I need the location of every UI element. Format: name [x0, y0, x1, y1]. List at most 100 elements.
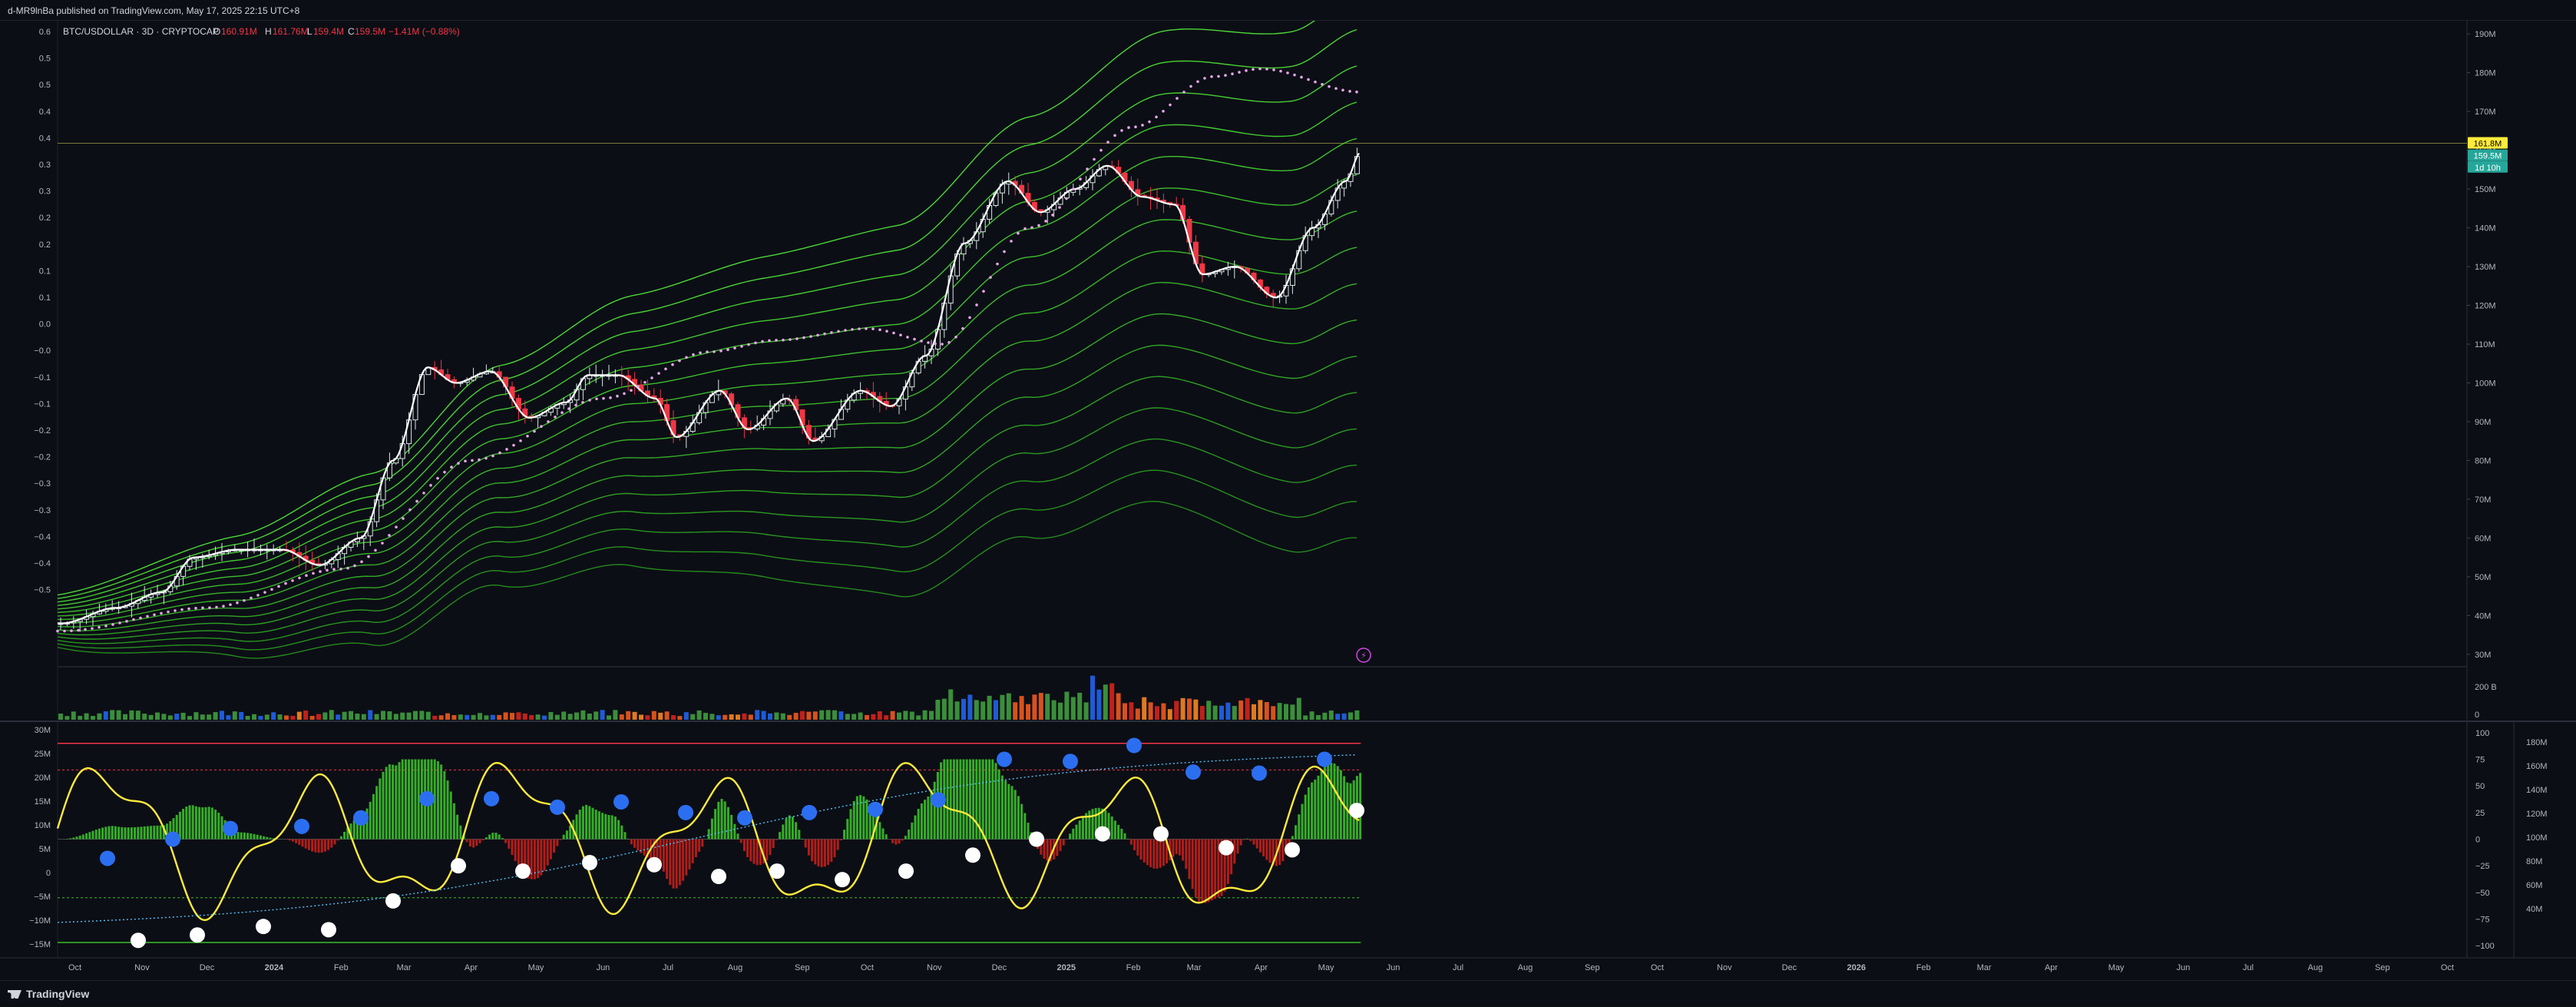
sma-dot — [187, 608, 190, 611]
osc-hist-bar — [569, 826, 571, 840]
volume-bar — [1206, 701, 1211, 720]
sma-dot — [194, 607, 197, 610]
left-axis-label: −0.4 — [34, 559, 51, 568]
osc-hist-bar — [701, 840, 703, 847]
osc-hist-bar — [134, 827, 136, 840]
osc-hist-bar — [753, 840, 756, 864]
sma-dot — [726, 348, 729, 351]
right-axis-label: 140M — [2475, 224, 2496, 234]
volume-bar — [117, 711, 121, 720]
osc-hist-bar — [459, 826, 461, 840]
osc-left-label: 0 — [46, 869, 51, 878]
sma-dot — [830, 331, 833, 334]
osc-hist-bar — [740, 840, 742, 843]
sma-dot — [996, 263, 999, 266]
osc-hist-bar — [1114, 820, 1116, 839]
white-marker — [190, 927, 205, 942]
volume-axis-label: 200 B — [2475, 683, 2497, 692]
osc-hist-bar — [379, 778, 381, 839]
sma-dot — [1113, 134, 1116, 137]
osc-hist-bar — [953, 760, 955, 840]
sma-dot — [1106, 141, 1109, 144]
time-axis-label: Nov — [1717, 963, 1732, 972]
volume-bar — [1096, 690, 1101, 720]
osc-hist-bar — [840, 840, 842, 841]
osc-hist-bar — [85, 833, 88, 840]
volume-bar — [633, 712, 637, 720]
osc-hist-bar — [124, 827, 127, 839]
sma-dot — [913, 338, 916, 341]
volume-bar — [555, 715, 560, 720]
sma-dot — [457, 462, 460, 465]
sma-dot — [1010, 240, 1013, 243]
osc-right-label: −100 — [2475, 942, 2495, 951]
osc-hist-bar — [144, 826, 146, 840]
osc-hist-bar — [195, 807, 197, 840]
sma-dot — [201, 607, 204, 610]
sma-dot — [643, 381, 646, 384]
osc-hist-bar — [1265, 840, 1268, 860]
osc-hist-bar — [82, 834, 84, 839]
osc-hist-bar — [592, 808, 594, 840]
volume-bar — [1316, 715, 1321, 720]
time-axis-label: Apr — [465, 963, 478, 972]
volume-bar — [123, 714, 127, 720]
osc-hist-bar — [398, 762, 401, 839]
time-axis-label: Jun — [2177, 963, 2191, 972]
osc-hist-bar — [318, 840, 320, 853]
tradingview-logo[interactable]: TradingView — [8, 988, 89, 1000]
osc-right-label: 50 — [2475, 782, 2485, 791]
osc-hist-bar — [1237, 840, 1239, 854]
ohlc-l: 159.4M — [313, 26, 344, 37]
osc-hist-bar — [79, 836, 81, 840]
volume-bar — [768, 714, 772, 720]
sma-dot — [1300, 76, 1303, 79]
sma-dot — [1065, 197, 1068, 200]
osc-hist-bar — [76, 836, 78, 839]
volume-bar — [129, 711, 134, 720]
osc-hist-bar — [501, 838, 504, 839]
volume-bar — [1303, 715, 1308, 720]
volume-bar — [1284, 704, 1288, 720]
osc-hist-bar — [1047, 840, 1049, 861]
osc-far-right-label: 100M — [2526, 833, 2548, 843]
osc-hist-bar — [1201, 840, 1203, 903]
osc-hist-bar — [743, 840, 746, 851]
sma-dot — [464, 459, 467, 462]
osc-hist-bar — [121, 827, 123, 840]
osc-hist-bar — [88, 832, 91, 839]
sma-dot — [595, 397, 598, 400]
osc-hist-bar — [1014, 790, 1017, 839]
osc-hist-bar — [698, 840, 700, 852]
time-axis-label: Sep — [2375, 963, 2390, 972]
sma-dot — [326, 569, 329, 572]
sma-dot — [1044, 220, 1047, 223]
sma-dot — [381, 542, 384, 545]
sma-dot — [512, 444, 515, 447]
sma-dot — [215, 606, 218, 609]
volume-bar — [1000, 695, 1004, 720]
osc-left-label: 25M — [35, 750, 51, 759]
osc-hist-bar — [927, 797, 929, 840]
osc-hist-bar — [405, 760, 407, 840]
osc-hist-bar — [595, 810, 597, 839]
sma-dot — [125, 620, 128, 623]
volume-bar — [1103, 684, 1108, 720]
blue-marker — [678, 805, 693, 820]
osc-hist-bar — [104, 826, 107, 839]
osc-hist-bar — [792, 817, 794, 839]
sma-dot — [685, 356, 688, 359]
sma-dot — [1307, 78, 1310, 81]
osc-hist-bar — [369, 802, 372, 840]
blue-marker — [1185, 764, 1201, 780]
sma-dot — [498, 452, 501, 455]
osc-right-label: 25 — [2475, 809, 2485, 818]
osc-hist-bar — [901, 840, 904, 841]
osc-hist-bar — [1318, 776, 1320, 840]
chart-canvas[interactable]: 190M180M170M160M150M140M130M120M110M100M… — [0, 21, 2576, 980]
volume-bar — [1058, 703, 1063, 720]
sma-dot — [1182, 91, 1185, 94]
volume-bar — [1232, 706, 1237, 720]
osc-hist-bar — [1262, 840, 1265, 856]
osc-hist-bar — [450, 791, 452, 839]
